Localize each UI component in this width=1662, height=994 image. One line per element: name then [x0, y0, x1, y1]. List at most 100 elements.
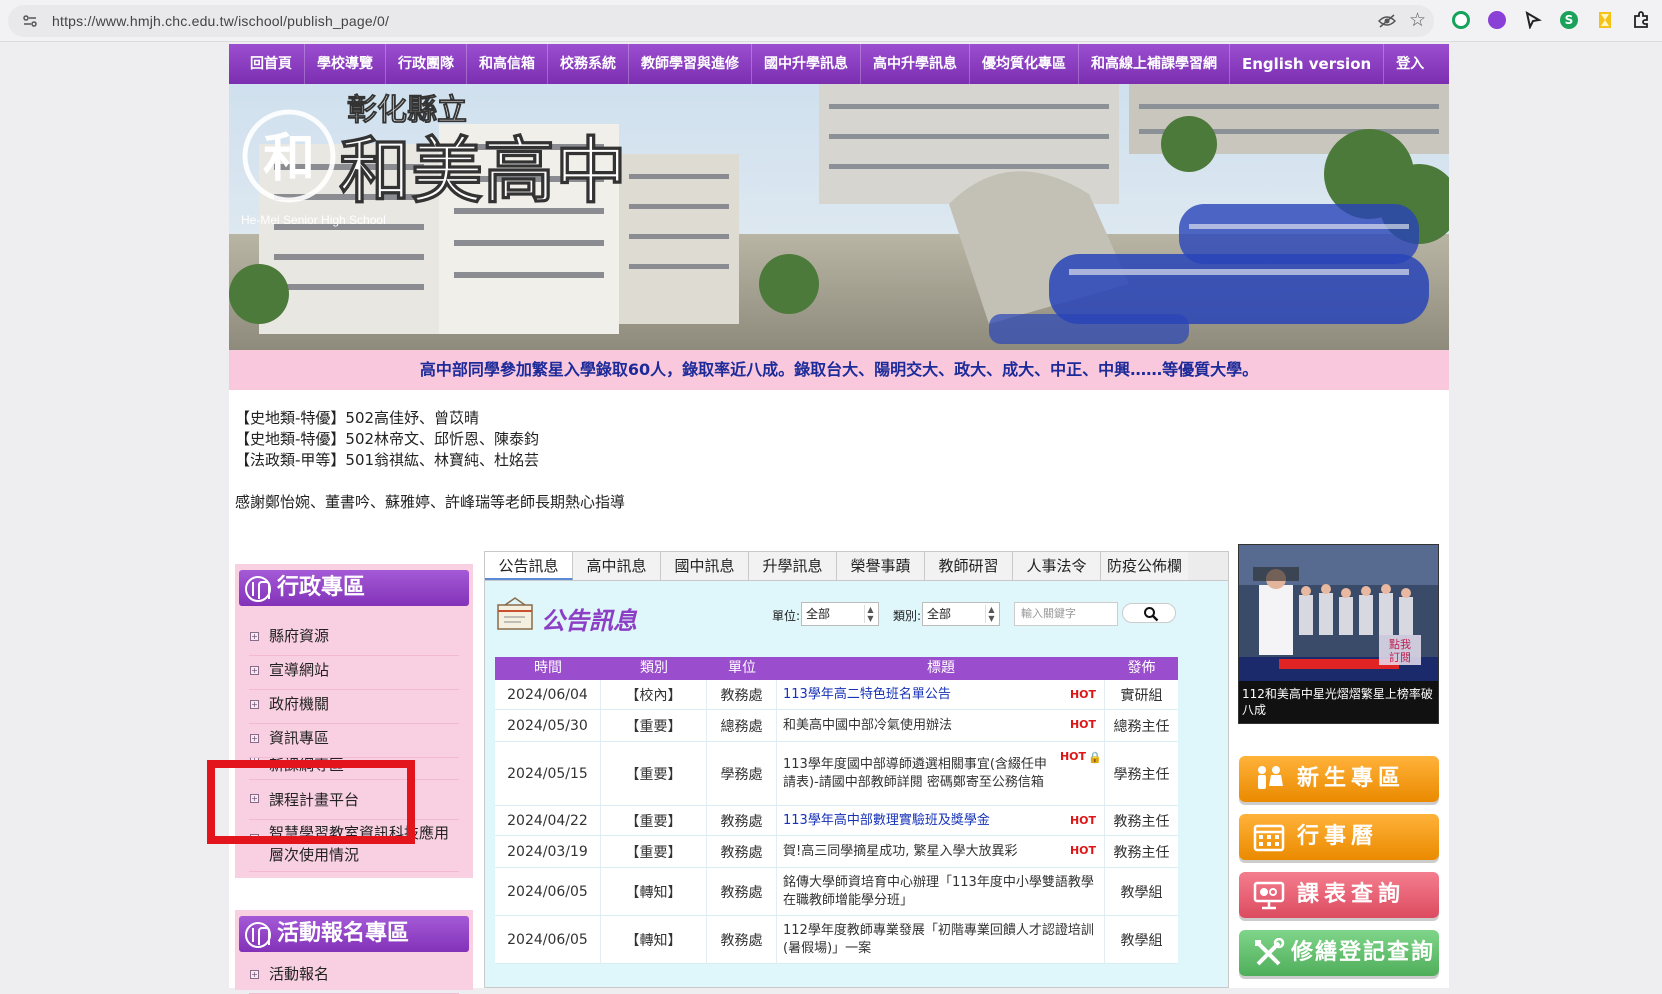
row-title-link[interactable]: 銘傳大學師資培育中心辦理「113年度中小學雙語教學在職教師增能學分班」 [777, 868, 1105, 915]
nav-junior-admission[interactable]: 國中升學訊息 [752, 44, 861, 84]
sidebar-item-promotion-sites[interactable]: + 宣導網站 [249, 656, 459, 690]
table-row[interactable]: 2024/06/04 【校內】 教務處 113學年高二特色班名單公告 HOT 實研… [495, 680, 1178, 710]
row-title-link[interactable]: 113學年度國中部導師遴選相關事宜(含綴任申請表)-請國中部教師詳閱 密碼鄭寄至… [777, 742, 1105, 805]
unit-select[interactable]: 全部 ▲ ▼ [801, 602, 879, 626]
presentation-icon [1253, 881, 1285, 910]
row-category: 【重要】 [601, 710, 707, 741]
row-publisher: 教學組 [1120, 932, 1163, 949]
tab-personnel-laws[interactable]: 人事法令 [1013, 552, 1101, 580]
url-text[interactable]: https://www.hmjh.chc.edu.tw/ischool/publ… [52, 13, 389, 29]
row-unit: 教務處 [707, 806, 777, 835]
nav-teacher-learning[interactable]: 教師學習與進修 [629, 44, 752, 84]
new-student-button[interactable]: 新生專區 [1239, 756, 1439, 802]
nav-login[interactable]: 登入 [1384, 44, 1436, 84]
announcement-board: 公告訊息 單位: 全部 ▲ ▼ 類別: 全部 ▲ ▼ 輸入關鍵字 時間 類別 單位 標題… [484, 581, 1229, 988]
board-title: 公告訊息 [541, 607, 637, 635]
row-category: 【校內】 [601, 680, 707, 709]
puzzle-icon[interactable] [1632, 11, 1650, 29]
activity-section-title: 活動報名專區 [277, 921, 410, 946]
video-thumbnail[interactable]: 點我 訂閱 112和美高中星光熠熠繁星上榜率破八成 [1238, 544, 1439, 724]
table-row[interactable]: 2024/05/30 【重要】 總務處 和美高中國中部冷氣使用辦法 HOT 總務主… [495, 710, 1178, 742]
subscribe-badge[interactable]: 點我 [1389, 638, 1411, 651]
row-publisher: 總務主任 [1113, 718, 1170, 735]
row-category: 【轉知】 [601, 868, 707, 915]
tab-announcements[interactable]: 公告訊息 [485, 552, 573, 580]
sidebar-item-government[interactable]: + 政府機關 [249, 690, 459, 724]
nav-mailbox[interactable]: 和高信箱 [467, 44, 548, 84]
sidebar-item-info[interactable]: + 資訊專區 [249, 724, 459, 758]
tab-honors[interactable]: 榮譽事蹟 [837, 552, 925, 580]
nav-school-system[interactable]: 校務系統 [548, 44, 629, 84]
announcement-table: 2024/06/04 【校內】 教務處 113學年高二特色班名單公告 HOT 實研… [495, 680, 1178, 964]
row-unit: 教務處 [707, 868, 777, 915]
row-title-link[interactable]: 113學年高中部數理實驗班及獎學金 HOT [777, 806, 1105, 835]
bookmark-star-icon[interactable]: ☆ [1409, 10, 1426, 30]
category-select[interactable]: 全部 ▲ ▼ [922, 602, 1000, 626]
nav-home[interactable]: 回首頁 [238, 44, 305, 84]
plus-box-icon: + [250, 632, 259, 641]
school-website: 回首頁 學校導覽 行政團隊 和高信箱 校務系統 教師學習與進修 國中升學訊息 高… [207, 44, 1449, 994]
hourglass-icon[interactable] [1596, 11, 1614, 29]
table-row[interactable]: 2024/05/15 【重要】 學務處 113學年度國中部導師遴選相關事宜(含綴… [495, 742, 1178, 806]
nav-admin-team[interactable]: 行政團隊 [386, 44, 467, 84]
row-date: 2024/04/22 [495, 806, 601, 835]
sidebar-item-activity-signup[interactable]: + 活動報名 [249, 960, 459, 994]
row-unit: 總務處 [707, 710, 777, 741]
table-row[interactable]: 2024/03/19 【重要】 教務處 賀!高三同學摘星成功, 繁星入學大放異彩… [495, 836, 1178, 868]
nav-quality-project[interactable]: 優均質化專區 [970, 44, 1079, 84]
video-title[interactable]: 112和美高中星光熠熠繁星上榜率破八成 [1242, 686, 1434, 718]
keyword-search-input[interactable]: 輸入關鍵字 [1014, 602, 1118, 626]
row-publisher: 教務主任 [1113, 813, 1170, 830]
updown-arrow-icon: ▲ ▼ [864, 605, 876, 623]
tab-admission-news[interactable]: 升學訊息 [749, 552, 837, 580]
repair-query-button[interactable]: 修繕登記查詢 [1239, 930, 1439, 976]
schedule-query-button[interactable]: 課表查詢 [1239, 872, 1439, 918]
tab-teacher-training[interactable]: 教師研習 [925, 552, 1013, 580]
row-title-link[interactable]: 113學年高二特色班名單公告 HOT [777, 680, 1105, 709]
marquee-announcement[interactable]: 高中部同學參加繁星入學錄取60人，錄取率近八成。錄取台大、陽明交大、政大、成大、… [229, 350, 1449, 390]
row-title-link[interactable]: 和美高中國中部冷氣使用辦法 HOT [777, 710, 1105, 741]
thanks-line: 感謝鄭怡婉、董書吟、蘇雅婷、許峰瑞等老師長期熱心指導 [235, 493, 626, 511]
tab-senior-news[interactable]: 高中訊息 [573, 552, 661, 580]
table-row[interactable]: 2024/04/22 【重要】 教務處 113學年高中部數理實驗班及獎學金 HOT… [495, 806, 1178, 836]
calendar-button[interactable]: 行事曆 [1239, 814, 1439, 860]
plus-box-icon: + [250, 758, 259, 765]
tab-epidemic-board[interactable]: 防疫公佈欄 [1101, 552, 1188, 580]
extension-purple-icon[interactable] [1488, 11, 1506, 29]
nav-senior-admission[interactable]: 高中升學訊息 [861, 44, 970, 84]
table-row[interactable]: 2024/06/05 【轉知】 教務處 銘傳大學師資培育中心辦理「113年度中小… [495, 868, 1178, 916]
cursor-arrow-icon[interactable] [1524, 11, 1542, 29]
sidebar-item-new-curriculum[interactable]: + 新課綱專區 [249, 758, 459, 780]
eye-off-icon[interactable] [1378, 14, 1396, 28]
banner-school-name: 和美高中 [339, 128, 627, 213]
search-button[interactable] [1122, 603, 1176, 623]
site-settings-icon[interactable] [22, 13, 38, 29]
row-unit: 教務處 [707, 680, 777, 709]
row-date: 2024/05/15 [495, 742, 601, 805]
row-title-link[interactable]: 112學年度教師專業發展「初階專業回饋人才認證培訓(暑假場)」一案 [777, 916, 1105, 963]
nav-english[interactable]: English version [1230, 44, 1385, 84]
row-publisher: 實研組 [1120, 687, 1163, 704]
tab-junior-news[interactable]: 國中訊息 [661, 552, 749, 580]
extension-green-s-icon[interactable]: S [1560, 11, 1578, 29]
updown-arrow-icon: ▲ ▼ [985, 605, 997, 623]
unit-label: 單位: [772, 609, 801, 623]
row-date: 2024/03/19 [495, 836, 601, 867]
table-row[interactable]: 2024/06/05 【轉知】 教務處 112學年度教師專業發展「初階專業回饋人… [495, 916, 1178, 964]
row-unit: 教務處 [707, 916, 777, 963]
activity-section-header: 活動報名專區 [239, 916, 469, 952]
address-bar[interactable]: https://www.hmjh.chc.edu.tw/ischool/publ… [8, 5, 1434, 37]
nav-online-learning[interactable]: 和高線上補課學習網 [1079, 44, 1230, 84]
notice-board-icon [497, 597, 533, 630]
honor-line: 【史地類-特優】502林帝文、邱忻恩、陳泰鈞 [235, 430, 540, 448]
sidebar-item-course-plan[interactable]: + 課程計畫平台 [249, 780, 459, 820]
grammarly-icon[interactable] [1452, 11, 1470, 29]
sidebar-item-smart-classroom[interactable]: + 智慧學習教室資訊科技應用層次使用情況 [249, 820, 459, 872]
nav-school-tour[interactable]: 學校導覽 [305, 44, 386, 84]
row-publisher: 教學組 [1120, 884, 1163, 901]
row-title-link[interactable]: 賀!高三同學摘星成功, 繁星入學大放異彩 HOT [777, 836, 1105, 867]
row-date: 2024/06/04 [495, 680, 601, 709]
admin-section-header: 行政專區 [239, 570, 469, 606]
sidebar-item-county-resources[interactable]: + 縣府資源 [249, 622, 459, 656]
activity-section: 活動報名專區 + 活動報名 [235, 910, 473, 994]
